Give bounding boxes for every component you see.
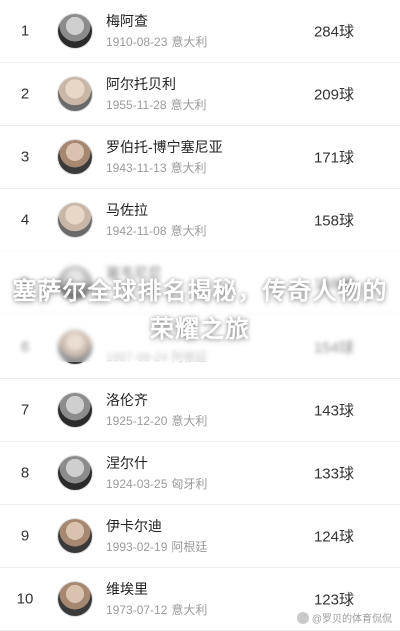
rank-number: 7	[20, 401, 30, 419]
avatar	[58, 203, 92, 238]
goal-count: 143球	[313, 402, 354, 420]
player-name: 涅尔什	[106, 454, 148, 471]
overlay-title: 塞萨尔全球排名揭秘，传奇人物的荣耀之旅	[12, 277, 388, 343]
birth-date: 1925-12-20	[106, 413, 168, 428]
goal-count: 209球	[313, 86, 354, 104]
player-meta: 1924-03-25 匈牙利	[106, 475, 211, 492]
avatar	[58, 392, 92, 427]
country: 意大利	[170, 98, 207, 113]
country: 意大利	[170, 161, 207, 176]
avatar	[58, 455, 92, 490]
player-meta: 1955-11-28 意大利	[106, 96, 211, 113]
country: 意大利	[171, 35, 208, 49]
avatar	[58, 77, 92, 112]
birth-date: 1924-03-25	[106, 476, 168, 491]
player-name: 梅阿查	[106, 13, 148, 29]
avatar	[58, 140, 92, 175]
rank-number: 9	[20, 527, 30, 545]
list-item[interactable]: 2 阿尔托贝利 1955-11-28 意大利 209球	[0, 63, 400, 127]
player-meta: 1925-12-20 意大利	[106, 412, 211, 429]
avatar	[58, 14, 92, 49]
player-name: 洛伦齐	[106, 391, 148, 408]
avatar	[58, 518, 92, 553]
watermark-text: @罗贝的体育侃侃	[311, 614, 392, 625]
country: 意大利	[171, 602, 208, 617]
player-name: 维埃里	[106, 580, 148, 597]
birth-date: 1973-07-12	[106, 602, 168, 617]
birth-date: 1910-08-23	[106, 35, 168, 49]
rank-number: 4	[20, 211, 30, 229]
goal-count: 123球	[313, 591, 354, 609]
player-meta: 1993-02-19 阿根廷	[106, 538, 211, 555]
list-item[interactable]: 7 洛伦齐 1925-12-20 意大利 143球	[0, 379, 400, 442]
country: 阿根廷	[171, 539, 208, 554]
country: 意大利	[171, 413, 208, 428]
rank-number: 1	[20, 22, 30, 40]
avatar	[58, 581, 92, 616]
player-meta: 1910-08-23 意大利	[106, 33, 211, 50]
country: 意大利	[170, 224, 207, 239]
watermark: @罗贝的体育侃侃	[296, 610, 392, 625]
birth-date: 1955-11-28	[106, 98, 167, 113]
list-item[interactable]: 3 罗伯托-博宁塞尼亚 1943-11-13 意大利 171球	[0, 126, 400, 190]
list-item[interactable]: 4 马佐拉 1942-11-08 意大利 158球	[0, 189, 400, 253]
player-meta: 1942-11-08 意大利	[106, 222, 211, 239]
birth-date: 1943-11-13	[106, 161, 167, 176]
country: 匈牙利	[171, 476, 208, 491]
player-meta: 1973-07-12 意大利	[106, 601, 211, 618]
watermark-logo-icon	[296, 611, 309, 624]
player-name: 伊卡尔迪	[106, 517, 162, 534]
rank-number: 8	[20, 464, 30, 482]
rank-number: 10	[16, 590, 34, 608]
list-item[interactable]: 9 伊卡尔迪 1993-02-19 阿根廷 124球	[0, 505, 400, 568]
list-item[interactable]: 1 梅阿查 1910-08-23 意大利 284球	[0, 0, 400, 64]
birth-date: 1993-02-19	[106, 539, 168, 554]
goal-count: 133球	[313, 465, 354, 483]
goal-count: 124球	[313, 528, 354, 546]
rank-number: 2	[20, 85, 30, 103]
goal-count: 158球	[313, 212, 354, 230]
list-item[interactable]: 8 涅尔什 1924-03-25 匈牙利 133球	[0, 442, 400, 505]
player-name: 阿尔托贝利	[106, 76, 176, 93]
player-name: 马佐拉	[106, 202, 148, 219]
rank-number: 3	[20, 148, 30, 166]
player-name: 罗伯托-博宁塞尼亚	[106, 139, 223, 156]
player-meta: 1943-11-13 意大利	[106, 159, 211, 176]
goal-count: 284球	[313, 23, 354, 41]
birth-date: 1942-11-08	[106, 224, 167, 239]
goal-count: 171球	[313, 149, 354, 167]
